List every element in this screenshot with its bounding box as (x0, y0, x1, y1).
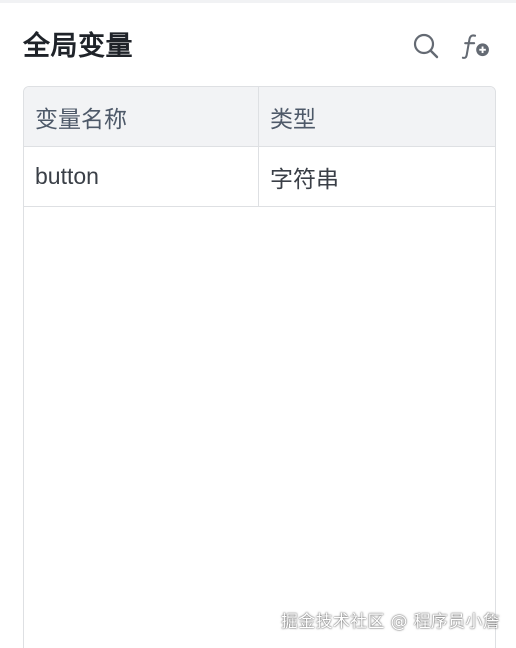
panel-header: 全局变量 (23, 24, 496, 68)
panel-title: 全局变量 (23, 31, 133, 61)
top-divider (0, 0, 516, 3)
global-variables-panel: 全局变量 变量名称 类型 button 字符串 掘金技术社区 @ 程序员小詹 (0, 0, 516, 648)
table-header-row: 变量名称 类型 (24, 87, 495, 147)
header-actions (411, 31, 491, 61)
table-row[interactable]: button 字符串 (24, 147, 495, 207)
search-icon (413, 33, 439, 59)
variables-table: 变量名称 类型 button 字符串 (23, 86, 496, 648)
watermark: 掘金技术社区 @ 程序员小詹 (280, 612, 500, 632)
function-add-icon (461, 34, 489, 59)
add-function-button[interactable] (461, 31, 491, 61)
variable-name-cell[interactable]: button (24, 147, 259, 206)
column-header-variable-name: 变量名称 (24, 87, 259, 146)
column-header-type: 类型 (270, 105, 316, 132)
variable-type-cell[interactable]: 字符串 (259, 147, 495, 206)
search-button[interactable] (411, 31, 441, 61)
